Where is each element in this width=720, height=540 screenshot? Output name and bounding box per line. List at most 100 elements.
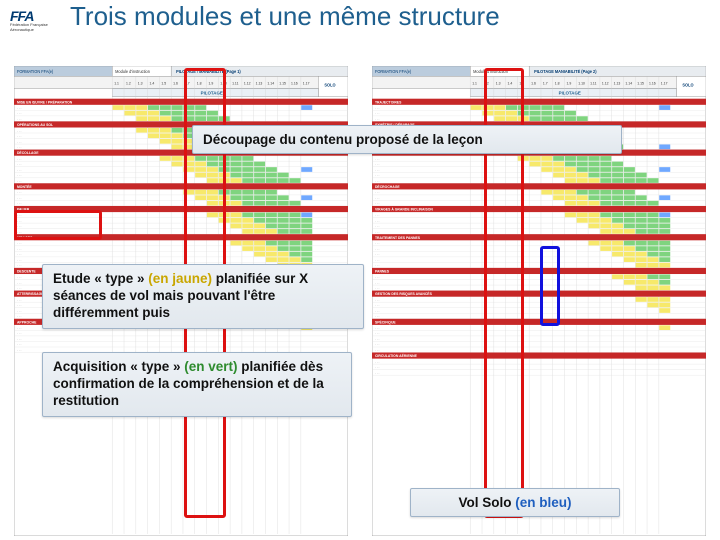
svg-text:· · ·: · · · <box>375 117 380 121</box>
svg-text:· · ·: · · · <box>17 157 22 161</box>
svg-text:1.13: 1.13 <box>614 81 621 85</box>
svg-text:· · ·: · · · <box>375 264 380 268</box>
svg-text:· · ·: · · · <box>17 326 22 330</box>
svg-text:· · ·: · · · <box>375 275 380 279</box>
svg-text:1.1: 1.1 <box>472 81 477 85</box>
svg-text:· · ·: · · · <box>17 129 22 133</box>
svg-text:· · ·: · · · <box>375 326 380 330</box>
svg-text:1.5: 1.5 <box>519 81 524 85</box>
svg-text:GESTION DES RISQUES AVANCÉS: GESTION DES RISQUES AVANCÉS <box>375 291 433 296</box>
svg-text:· · ·: · · · <box>17 303 22 307</box>
svg-text:1.9: 1.9 <box>209 81 214 85</box>
svg-text:1.8: 1.8 <box>555 81 560 85</box>
callout-etude: Etude « type » (en jaune) planifiée sur … <box>42 264 364 329</box>
svg-text:· · ·: · · · <box>375 332 380 336</box>
svg-text:· · ·: · · · <box>17 106 22 110</box>
svg-text:OPÉRATIONS AU SOL: OPÉRATIONS AU SOL <box>17 122 54 127</box>
svg-text:· · ·: · · · <box>375 314 380 318</box>
svg-text:· · ·: · · · <box>375 179 380 183</box>
svg-text:PANNES: PANNES <box>375 269 390 273</box>
svg-text:CIRCULATION AÉRIENNE: CIRCULATION AÉRIENNE <box>375 353 418 358</box>
svg-text:TRAITEMENT DES PANNES: TRAITEMENT DES PANNES <box>375 236 421 240</box>
svg-text:· · ·: · · · <box>17 140 22 144</box>
svg-text:· · ·: · · · <box>375 253 380 257</box>
svg-text:· · ·: · · · <box>17 191 22 195</box>
svg-text:· · ·: · · · <box>375 242 380 246</box>
svg-text:· · ·: · · · <box>375 309 380 313</box>
svg-text:· · ·: · · · <box>375 219 380 223</box>
svg-text:SPÉCIFIQUE: SPÉCIFIQUE <box>375 319 396 324</box>
svg-text:· · ·: · · · <box>375 258 380 262</box>
svg-text:· · ·: · · · <box>375 224 380 228</box>
svg-text:VIRAGES À GRANDE INCLINAISON: VIRAGES À GRANDE INCLINAISON <box>375 206 433 211</box>
svg-text:· · ·: · · · <box>17 309 22 313</box>
svg-text:· · ·: · · · <box>17 179 22 183</box>
svg-text:· · ·: · · · <box>375 173 380 177</box>
svg-text:PILOTAGE: PILOTAGE <box>559 91 581 96</box>
svg-text:VIRAGES: VIRAGES <box>17 236 33 240</box>
svg-text:· · ·: · · · <box>17 168 22 172</box>
svg-text:· · ·: · · · <box>17 281 22 285</box>
callout-acquisition: Acquisition « type » (en vert) planifiée… <box>42 352 352 417</box>
svg-text:FORMATION FFA(e): FORMATION FFA(e) <box>375 69 412 74</box>
svg-text:1.10: 1.10 <box>578 81 585 85</box>
callout-decoupage: Découpage du contenu proposé de la leçon <box>192 125 622 154</box>
svg-text:· · ·: · · · <box>17 264 22 268</box>
svg-text:· · ·: · · · <box>375 168 380 172</box>
svg-text:· · ·: · · · <box>375 371 380 375</box>
svg-text:APPROCHE: APPROCHE <box>17 320 37 324</box>
svg-text:DESCENTE: DESCENTE <box>17 269 36 273</box>
svg-text:· · ·: · · · <box>17 219 22 223</box>
svg-text:· · ·: · · · <box>17 134 22 138</box>
svg-text:· · ·: · · · <box>17 242 22 246</box>
svg-text:1.7: 1.7 <box>543 81 548 85</box>
svg-text:1.16: 1.16 <box>649 81 656 85</box>
svg-text:· · ·: · · · <box>17 112 22 116</box>
svg-text:1.2: 1.2 <box>484 81 489 85</box>
svg-text:1.6: 1.6 <box>531 81 536 85</box>
logo: FFA Fédération Française Aéronautique <box>10 8 62 38</box>
svg-text:1.10: 1.10 <box>220 81 227 85</box>
svg-text:· · ·: · · · <box>17 298 22 302</box>
svg-text:1.3: 1.3 <box>138 81 143 85</box>
svg-text:PALIER: PALIER <box>17 208 30 212</box>
svg-text:1.15: 1.15 <box>637 81 644 85</box>
svg-text:· · ·: · · · <box>17 343 22 347</box>
svg-text:· · ·: · · · <box>375 247 380 251</box>
svg-text:· · ·: · · · <box>375 281 380 285</box>
svg-text:ATTERRISSAGE: ATTERRISSAGE <box>17 292 44 296</box>
svg-text:· · ·: · · · <box>17 275 22 279</box>
svg-text:· · ·: · · · <box>17 286 22 290</box>
svg-text:MONTÉE: MONTÉE <box>17 184 32 189</box>
svg-text:· · ·: · · · <box>375 286 380 290</box>
svg-text:· · ·: · · · <box>375 162 380 166</box>
svg-text:· · ·: · · · <box>17 230 22 234</box>
svg-text:· · ·: · · · <box>17 117 22 121</box>
svg-text:1.15: 1.15 <box>279 81 286 85</box>
svg-text:· · ·: · · · <box>375 365 380 369</box>
svg-text:1.17: 1.17 <box>661 81 668 85</box>
svg-text:· · ·: · · · <box>17 332 22 336</box>
svg-text:1.11: 1.11 <box>590 81 596 85</box>
svg-text:· · ·: · · · <box>17 253 22 257</box>
svg-text:1.1: 1.1 <box>114 81 119 85</box>
callout-solo: Vol Solo (en bleu) <box>410 488 620 517</box>
svg-text:· · ·: · · · <box>17 224 22 228</box>
svg-text:· · ·: · · · <box>375 106 380 110</box>
svg-text:MISE EN ŒUVRE / PRÉPARATION: MISE EN ŒUVRE / PRÉPARATION <box>17 99 73 104</box>
svg-text:· · ·: · · · <box>375 213 380 217</box>
svg-text:· · ·: · · · <box>375 157 380 161</box>
svg-text:· · ·: · · · <box>375 348 380 352</box>
svg-text:1.7: 1.7 <box>185 81 190 85</box>
svg-text:· · ·: · · · <box>17 337 22 341</box>
svg-text:1.3: 1.3 <box>496 81 501 85</box>
left-header: FORMATION FFA(e) <box>17 69 54 74</box>
svg-text:1.16: 1.16 <box>291 81 298 85</box>
svg-text:1.13: 1.13 <box>256 81 263 85</box>
svg-text:1.8: 1.8 <box>197 81 202 85</box>
svg-text:· · ·: · · · <box>375 303 380 307</box>
svg-text:1.5: 1.5 <box>161 81 166 85</box>
svg-text:Module d'instruction: Module d'instruction <box>473 69 508 74</box>
svg-text:PILOTAGE MANIABILITÉ (Page 2): PILOTAGE MANIABILITÉ (Page 2) <box>534 69 597 74</box>
svg-text:· · ·: · · · <box>375 298 380 302</box>
